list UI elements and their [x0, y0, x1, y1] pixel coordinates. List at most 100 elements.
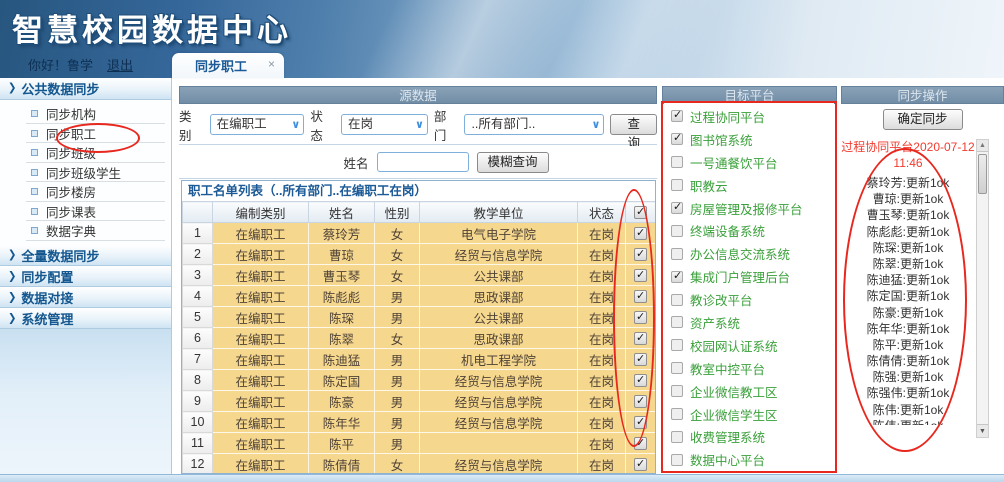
row-checkbox[interactable] — [634, 458, 647, 471]
sidebar-group-data-connect[interactable]: ❯ 数据对接 — [0, 287, 171, 308]
fuzzy-query-button[interactable]: 模糊查询 — [477, 152, 549, 173]
scroll-up-icon[interactable]: ▲ — [977, 140, 988, 152]
platform-item-终端设备系统[interactable]: 终端设备系统 — [671, 219, 834, 242]
platform-item-房屋管理及报修平台[interactable]: 房屋管理及报修平台 — [671, 197, 834, 220]
table-row: 6在编职工陈翠女思政课部在岗 — [183, 328, 656, 349]
row-checkbox[interactable] — [634, 395, 647, 408]
sidebar-item-同步楼房[interactable]: 同步楼房 — [0, 182, 171, 202]
sync-ops-header: 同步操作 — [841, 86, 1004, 104]
staff-check-cell — [626, 328, 656, 349]
col-name: 姓名 — [309, 202, 375, 223]
query-button[interactable]: 查询 — [610, 114, 657, 135]
staff-name-cell: 陈倩倩 — [309, 454, 375, 475]
sidebar-submenu: 同步机构同步职工同步班级同步班级学生同步楼房同步课表数据字典 — [0, 100, 171, 245]
row-checkbox[interactable] — [634, 353, 647, 366]
sidebar-item-同步课表[interactable]: 同步课表 — [0, 202, 171, 222]
sidebar-item-同步职工[interactable]: 同步职工 — [0, 124, 171, 144]
platform-item-校园网认证系统[interactable]: 校园网认证系统 — [671, 334, 834, 357]
staff-name-cell: 曹玉琴 — [309, 265, 375, 286]
row-checkbox[interactable] — [634, 437, 647, 450]
row-checkbox[interactable] — [634, 332, 647, 345]
platform-label: 房屋管理及报修平台 — [690, 199, 803, 218]
platform-item-图书馆系统[interactable]: 图书馆系统 — [671, 128, 834, 151]
staff-status-cell: 在岗 — [578, 286, 626, 307]
logout-link[interactable]: 退出 — [107, 58, 133, 73]
name-input[interactable] — [377, 152, 469, 172]
platform-checkbox[interactable] — [671, 225, 683, 237]
platform-item-教诊改平台[interactable]: 教诊改平台 — [671, 288, 834, 311]
confirm-sync-button[interactable]: 确定同步 — [883, 109, 963, 130]
platform-item-收费管理系统[interactable]: 收费管理系统 — [671, 425, 834, 448]
platform-item-资产系统[interactable]: 资产系统 — [671, 311, 834, 334]
row-checkbox[interactable] — [634, 248, 647, 261]
platform-item-数据中心平台[interactable]: 数据中心平台 — [671, 448, 834, 471]
select-all-checkbox[interactable] — [634, 206, 647, 219]
sidebar-group-system-manage[interactable]: ❯ 系统管理 — [0, 308, 171, 329]
table-row: 11在编职工陈平男在岗 — [183, 433, 656, 454]
platform-checkbox[interactable] — [671, 271, 683, 283]
platform-checkbox[interactable] — [671, 385, 683, 397]
status-select[interactable]: 在岗 ∨ — [341, 114, 428, 135]
platform-checkbox[interactable] — [671, 362, 683, 374]
tab-sync-staff[interactable]: 同步职工 × — [172, 53, 284, 78]
scroll-down-icon[interactable]: ▼ — [977, 424, 988, 437]
platform-item-集成门户管理后台[interactable]: 集成门户管理后台 — [671, 265, 834, 288]
platform-item-一号通餐饮平台[interactable]: 一号通餐饮平台 — [671, 151, 834, 174]
sidebar-group-public-data-sync[interactable]: ❯ 公共数据同步 — [0, 78, 171, 100]
platform-item-企业微信教工区[interactable]: 企业微信教工区 — [671, 380, 834, 403]
sidebar-group-full-data-sync[interactable]: ❯ 全量数据同步 — [0, 245, 171, 266]
platform-item-办公信息交流系统[interactable]: 办公信息交流系统 — [671, 242, 834, 265]
log-scrollbar[interactable]: ▲ ▼ — [976, 139, 989, 438]
staff-check-cell — [626, 349, 656, 370]
staff-name-cell: 曹琼 — [309, 244, 375, 265]
row-checkbox[interactable] — [634, 374, 647, 387]
tab-close-icon[interactable]: × — [268, 58, 275, 70]
platform-checkbox[interactable] — [671, 248, 683, 260]
category-select[interactable]: 在编职工 ∨ — [210, 114, 305, 135]
staff-name-cell: 蔡玲芳 — [309, 223, 375, 244]
sidebar-group-sync-config[interactable]: ❯ 同步配置 — [0, 266, 171, 287]
platform-checkbox[interactable] — [671, 294, 683, 306]
platform-checkbox[interactable] — [671, 179, 683, 191]
platform-checkbox[interactable] — [671, 316, 683, 328]
row-checkbox[interactable] — [634, 416, 647, 429]
platform-checkbox[interactable] — [671, 202, 683, 214]
row-checkbox[interactable] — [634, 290, 647, 303]
sync-log-entry: 陈彪彪:更新1ok — [840, 224, 976, 240]
sync-log-entry: 陈强:更新1ok — [840, 369, 976, 385]
platform-item-高职学生综合系统[interactable]: 高职学生综合系统 — [671, 471, 834, 472]
row-checkbox[interactable] — [634, 227, 647, 240]
sidebar-filler — [0, 329, 171, 474]
staff-unit-cell: 电气电子学院 — [420, 223, 578, 244]
platform-checkbox[interactable] — [671, 431, 683, 443]
dept-label: 部门 — [434, 106, 459, 144]
sidebar-item-数据字典[interactable]: 数据字典 — [0, 221, 171, 241]
scrollbar-thumb[interactable] — [978, 154, 987, 194]
platform-checkbox[interactable] — [671, 133, 683, 145]
name-label: 姓名 — [343, 153, 368, 172]
staff-status-cell: 在岗 — [578, 370, 626, 391]
row-checkbox[interactable] — [634, 311, 647, 324]
platform-checkbox[interactable] — [671, 339, 683, 351]
sidebar-item-同步班级[interactable]: 同步班级 — [0, 143, 171, 163]
staff-gender-cell: 男 — [375, 349, 420, 370]
platform-checkbox[interactable] — [671, 156, 683, 168]
sidebar-group-label: 同步配置 — [21, 267, 73, 286]
table-row: 10在编职工陈年华男经贸与信息学院在岗 — [183, 412, 656, 433]
platform-checkbox[interactable] — [671, 408, 683, 420]
platform-checkbox[interactable] — [671, 110, 683, 122]
platform-checkbox[interactable] — [671, 454, 683, 466]
platform-item-企业微信学生区[interactable]: 企业微信学生区 — [671, 403, 834, 426]
platform-item-教室中控平台[interactable]: 教室中控平台 — [671, 357, 834, 380]
platform-item-过程协同平台[interactable]: 过程协同平台 — [671, 105, 834, 128]
row-checkbox[interactable] — [634, 269, 647, 282]
platform-item-职教云[interactable]: 职教云 — [671, 174, 834, 197]
platform-label: 终端设备系统 — [690, 221, 765, 240]
row-number-cell: 5 — [183, 307, 213, 328]
sync-log-entry: 陈平:更新1ok — [840, 337, 976, 353]
staff-gender-cell: 女 — [375, 223, 420, 244]
sidebar-item-同步机构[interactable]: 同步机构 — [0, 104, 171, 124]
sidebar-item-同步班级学生[interactable]: 同步班级学生 — [0, 163, 171, 183]
row-number-cell: 3 — [183, 265, 213, 286]
dept-select[interactable]: ..所有部门.. ∨ — [464, 114, 604, 135]
